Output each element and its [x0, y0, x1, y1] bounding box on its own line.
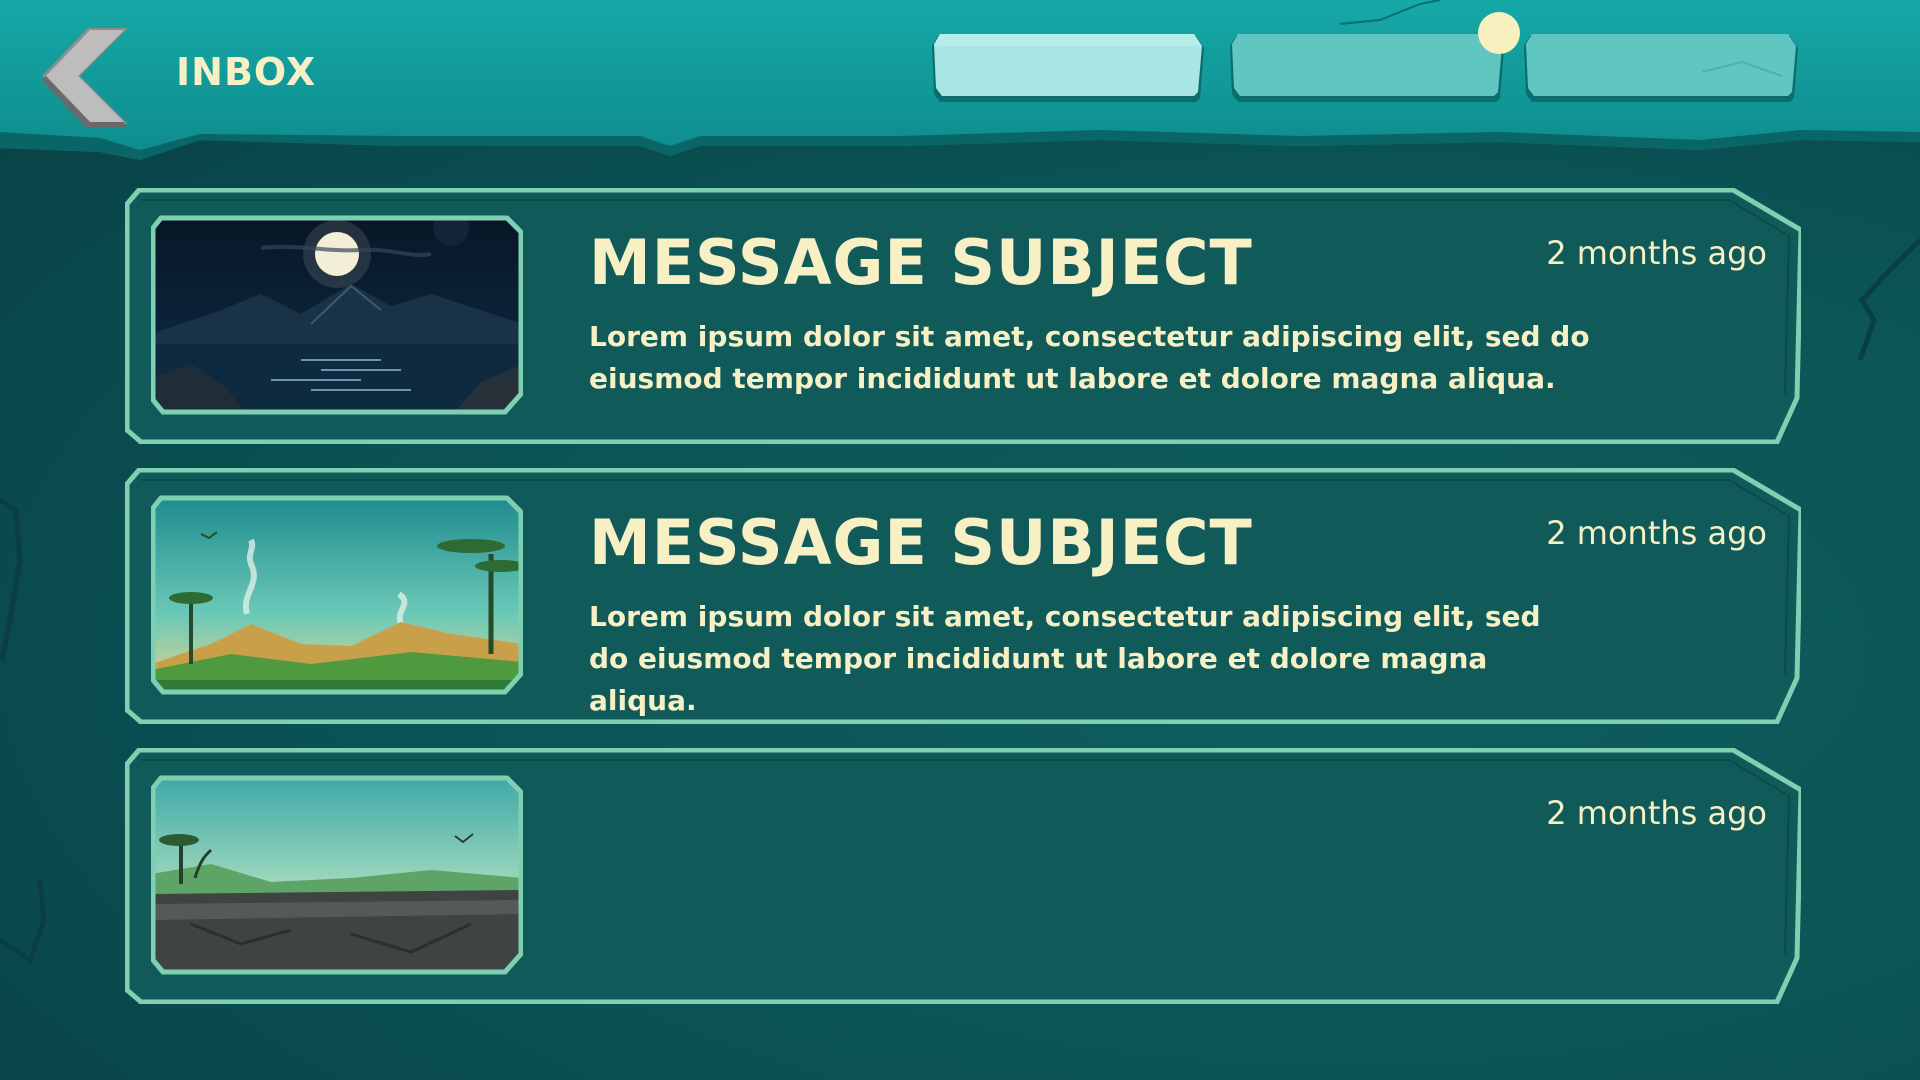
message-timestamp: 2 months ago [1546, 234, 1767, 272]
message-timestamp: 2 months ago [1546, 514, 1767, 552]
message-timestamp: 2 months ago [1546, 794, 1767, 832]
message-preview: Lorem ipsum dolor sit amet, consectetur … [589, 600, 1541, 717]
message-card[interactable]: 2 months ago [125, 748, 1801, 1004]
message-card[interactable]: MESSAGE SUBJECT 2 months ago Lorem ipsum… [125, 188, 1801, 444]
rocky-plain-image [151, 775, 523, 975]
message-card[interactable]: MESSAGE SUBJECT 2 months ago Lorem ipsum… [125, 468, 1801, 724]
savanna-image [151, 495, 523, 695]
night-lake-image [151, 215, 523, 415]
message-thumbnail [151, 774, 523, 976]
message-thumbnail [151, 494, 523, 696]
message-preview: Lorem ipsum dolor sit amet, consectetur … [589, 320, 1590, 395]
message-subject: MESSAGE SUBJECT [589, 226, 1253, 299]
message-subject: MESSAGE SUBJECT [589, 506, 1253, 579]
message-thumbnail [151, 214, 523, 416]
